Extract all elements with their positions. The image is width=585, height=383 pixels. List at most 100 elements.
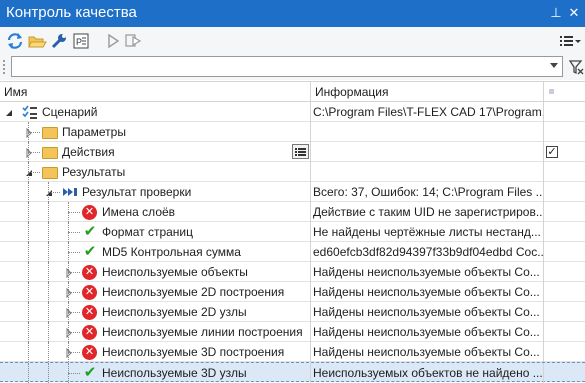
tree-item-label: Параметры bbox=[62, 125, 126, 139]
tree-row[interactable]: ✔ Неиспользуемые 3D узлы Неиспользуемых об… bbox=[0, 362, 585, 383]
filter-input[interactable] bbox=[12, 57, 532, 76]
tree-item-info: C:\Program Files\T-FLEX CAD 17\Program..… bbox=[313, 105, 543, 119]
tree-item-info: Действие с таким UID не зарегистриров... bbox=[313, 205, 543, 219]
tree-row[interactable]: ✕ Неиспользуемые линии построения Найдены … bbox=[0, 322, 585, 342]
open-folder-icon[interactable] bbox=[27, 31, 47, 51]
column-divider bbox=[310, 182, 311, 202]
column-divider bbox=[310, 262, 311, 282]
tree-connector bbox=[48, 302, 49, 322]
column-divider[interactable] bbox=[543, 82, 544, 101]
column-divider bbox=[310, 202, 311, 222]
title-bar: Контроль качества ⊥ ✕ bbox=[0, 0, 585, 27]
tree-row[interactable]: Параметры bbox=[0, 122, 585, 142]
tree-connector bbox=[28, 262, 29, 282]
ok-icon: ✔ bbox=[83, 364, 97, 381]
tree-connector bbox=[28, 363, 29, 383]
expanded-arrow-icon[interactable] bbox=[4, 107, 14, 117]
filter-combobox[interactable] bbox=[11, 56, 563, 77]
tree-row[interactable]: ✔ Формат страниц Не найдены чертёжные лист… bbox=[0, 222, 585, 242]
tree-item-label: Неиспользуемые 2D построения bbox=[102, 285, 285, 299]
column-options-icon[interactable] bbox=[549, 89, 554, 94]
tree-item-info: Не найдены чертёжные листы нестанд... bbox=[313, 225, 541, 239]
tree-connector bbox=[28, 342, 29, 362]
column-divider bbox=[310, 122, 311, 142]
settings-wrench-icon[interactable] bbox=[49, 31, 69, 51]
tree-connector bbox=[68, 252, 80, 253]
report-icon[interactable]: P bbox=[71, 31, 91, 51]
tree-connector bbox=[48, 342, 49, 362]
tree-item-label: Неиспользуемые 2D узлы bbox=[102, 305, 247, 319]
tree-connector bbox=[28, 302, 29, 322]
tree-connector bbox=[28, 162, 29, 182]
tree-row[interactable]: ✕ Имена слоёв Действие с таким UID не заре… bbox=[0, 202, 585, 222]
tree-row[interactable]: ✕ Неиспользуемые объекты Найдены неиспольз… bbox=[0, 262, 585, 282]
tree-row[interactable]: Действия ✓ bbox=[0, 142, 585, 162]
close-icon[interactable]: ✕ bbox=[566, 4, 582, 22]
column-divider bbox=[543, 322, 544, 342]
pin-icon[interactable]: ⊥ bbox=[548, 4, 564, 22]
tree-connector bbox=[68, 312, 80, 313]
tree-row[interactable]: ✔ MD5 Контрольная сумма ed60efcb3df82d9439… bbox=[0, 242, 585, 262]
tree-item-label: MD5 Контрольная сумма bbox=[102, 245, 241, 259]
tree-connector bbox=[48, 282, 49, 302]
column-divider bbox=[543, 122, 544, 142]
column-divider bbox=[543, 262, 544, 282]
column-name-header[interactable]: Имя bbox=[4, 85, 27, 99]
tree-item-label: Неиспользуемые 3D построения bbox=[102, 345, 285, 359]
drag-handle-icon[interactable] bbox=[3, 60, 7, 74]
panel-title: Контроль качества bbox=[6, 4, 137, 21]
run-step-icon[interactable] bbox=[123, 31, 143, 51]
tree-connector bbox=[68, 242, 69, 262]
column-divider bbox=[543, 102, 544, 122]
tree-item-label: Неиспользуемые 3D узлы bbox=[102, 366, 247, 380]
row-checkbox[interactable]: ✓ bbox=[546, 146, 558, 158]
tree-connector bbox=[28, 122, 29, 142]
list-editor-icon[interactable] bbox=[292, 144, 309, 159]
tree-item-info: Всего: 37, Ошибок: 14; C:\Program Files … bbox=[313, 185, 543, 199]
column-divider bbox=[310, 102, 311, 122]
view-menu-icon[interactable] bbox=[558, 31, 581, 51]
tree-connector bbox=[28, 142, 29, 162]
column-divider bbox=[310, 282, 311, 302]
tree-row[interactable]: ✕ Неиспользуемые 3D построения Найдены неи… bbox=[0, 342, 585, 362]
column-divider bbox=[310, 222, 311, 242]
chevron-down-icon[interactable] bbox=[550, 63, 558, 68]
tree-row[interactable]: ✕ Неиспользуемые 2D узлы Найдены неиспольз… bbox=[0, 302, 585, 322]
tree-connector bbox=[28, 222, 29, 242]
ok-icon: ✔ bbox=[83, 223, 97, 240]
column-divider bbox=[543, 142, 544, 162]
column-divider bbox=[543, 162, 544, 182]
tree-connector bbox=[28, 202, 29, 222]
tree-connector bbox=[48, 262, 49, 282]
tree-connector bbox=[28, 172, 40, 173]
filter-bar bbox=[0, 54, 585, 80]
column-divider bbox=[543, 282, 544, 302]
tree-item-label: Неиспользуемые линии построения bbox=[102, 325, 303, 339]
tree-connector bbox=[28, 182, 29, 202]
tree-connector bbox=[68, 363, 69, 383]
column-info-header[interactable]: Информация bbox=[315, 85, 388, 99]
tree-connector bbox=[48, 322, 49, 342]
tree-connector bbox=[68, 322, 69, 342]
filter-clear-icon[interactable] bbox=[568, 58, 584, 79]
tree-row[interactable]: Результаты bbox=[0, 162, 585, 182]
tree-row[interactable]: Результат проверки Всего: 37, Ошибок: 14;… bbox=[0, 182, 585, 202]
column-divider bbox=[543, 302, 544, 322]
folder-icon bbox=[42, 147, 58, 159]
tree-row[interactable]: ✕ Неиспользуемые 2D построения Найдены неи… bbox=[0, 282, 585, 302]
refresh-icon[interactable] bbox=[5, 31, 25, 51]
tree-item-info: Найдены неиспользуемые объекты Co... bbox=[313, 265, 540, 279]
tree-item-label: Неиспользуемые объекты bbox=[102, 265, 248, 279]
tree-item-label: Действия bbox=[62, 145, 115, 159]
column-divider bbox=[310, 242, 311, 262]
tree-row[interactable]: Сценарий C:\Program Files\T-FLEX CAD 17\P… bbox=[0, 102, 585, 122]
tree-item-info: Найдены неиспользуемые объекты Co... bbox=[313, 345, 540, 359]
run-icon[interactable] bbox=[103, 31, 123, 51]
folder-icon bbox=[42, 167, 58, 179]
tree-connector bbox=[48, 182, 49, 202]
tree-connector bbox=[68, 212, 80, 213]
tree-connector bbox=[68, 282, 69, 302]
tree-connector bbox=[48, 192, 60, 193]
tree-item-label: Сценарий bbox=[42, 105, 98, 119]
column-divider[interactable] bbox=[310, 82, 311, 101]
